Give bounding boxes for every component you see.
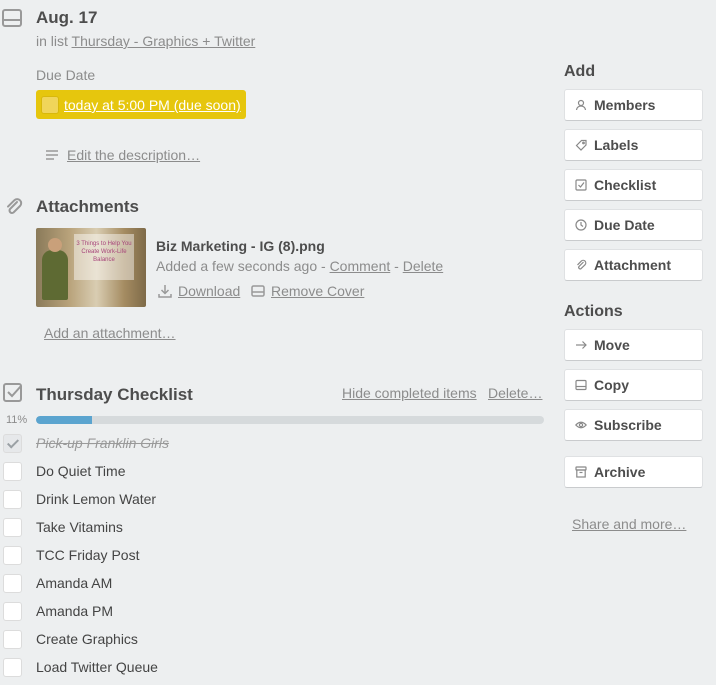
checklist-item[interactable]: Do Quiet Time — [0, 460, 560, 488]
attachment-download-link[interactable]: Download — [178, 283, 240, 299]
checklist-item[interactable]: Drink Lemon Water — [0, 488, 560, 516]
checklist-checkbox-checked[interactable] — [3, 434, 22, 453]
checklist-checkbox[interactable] — [3, 602, 22, 621]
attachment-meta: Added a few seconds ago - Comment - Dele… — [156, 258, 443, 274]
sidebar-button-label: Subscribe — [594, 417, 662, 433]
delete-checklist-link[interactable]: Delete… — [488, 385, 542, 401]
checklist-checkbox[interactable] — [3, 630, 22, 649]
arrow-right-icon — [576, 341, 587, 349]
remove-cover-link[interactable]: Remove Cover — [271, 283, 364, 299]
checklist-progress-percent: 11% — [6, 414, 28, 426]
checklist-item[interactable]: Load Twitter Queue — [0, 656, 560, 684]
checklist-checkbox[interactable] — [3, 490, 22, 509]
checklist-item-text[interactable]: Drink Lemon Water — [36, 491, 156, 507]
sidebar-button-label: Due Date — [594, 217, 655, 233]
in-list-text: in list Thursday - Graphics + Twitter — [36, 33, 255, 49]
checklist-item-text[interactable]: TCC Friday Post — [36, 547, 139, 563]
checklist-item[interactable]: Pick-up Franklin Girls — [0, 432, 560, 460]
checklist-checkbox[interactable] — [3, 518, 22, 537]
checklist-button[interactable]: Checklist — [564, 169, 703, 201]
thumbnail-caption: 3 Things to Help You Create Work-Life Ba… — [74, 234, 134, 280]
checklist-item-text[interactable]: Do Quiet Time — [36, 463, 125, 479]
description-icon — [46, 150, 58, 160]
person-icon — [575, 99, 587, 111]
card-icon — [2, 9, 22, 27]
add-attachment-link[interactable]: Add an attachment… — [44, 325, 176, 341]
attachment-button[interactable]: Attachment — [564, 249, 703, 281]
download-icon — [158, 285, 172, 298]
paperclip-icon — [7, 198, 23, 214]
hide-completed-link[interactable]: Hide completed items — [342, 385, 477, 401]
sidebar-button-label: Move — [594, 337, 630, 353]
checklist-item-text[interactable]: Take Vitamins — [36, 519, 123, 535]
due-date-badge[interactable]: today at 5:00 PM (due soon) — [36, 90, 246, 119]
checklist-item-text[interactable]: Create Graphics — [36, 631, 138, 647]
list-name-link[interactable]: Thursday - Graphics + Twitter — [72, 33, 256, 49]
share-and-more-link[interactable]: Share and more… — [572, 516, 686, 532]
checklist-checkbox[interactable] — [3, 574, 22, 593]
checklist-progress-bar — [36, 416, 544, 424]
members-button[interactable]: Members — [564, 89, 703, 121]
sidebar-actions-heading: Actions — [564, 303, 623, 320]
checkbox-icon — [575, 179, 587, 191]
checklist-item[interactable]: Create Graphics — [0, 628, 560, 656]
move-button[interactable]: Move — [564, 329, 703, 361]
thumbnail-head — [48, 238, 62, 252]
attachment-added-text: Added a few seconds ago - — [156, 258, 326, 274]
checklist-icon — [3, 383, 22, 402]
sidebar-button-label: Archive — [594, 464, 646, 480]
due-date-value[interactable]: today at 5:00 PM (due soon) — [64, 97, 241, 113]
thumbnail-figure — [42, 250, 68, 300]
sidebar-button-label: Attachment — [594, 257, 672, 273]
checklist-title: Thursday Checklist — [36, 385, 193, 404]
attachment-separator: - — [394, 258, 399, 274]
sidebar-button-label: Labels — [594, 137, 639, 153]
attachments-heading: Attachments — [36, 197, 139, 216]
attachment-delete-link[interactable]: Delete — [403, 258, 443, 274]
clock-icon — [575, 219, 587, 231]
attachment-file-name: Biz Marketing - IG (8).png — [156, 238, 325, 254]
copy-button[interactable]: Copy — [564, 369, 703, 401]
edit-description-link[interactable]: Edit the description… — [67, 147, 200, 163]
checklist-item[interactable]: Amanda AM — [0, 572, 560, 600]
checklist-item-text[interactable]: Load Twitter Queue — [36, 659, 158, 675]
sidebar-button-label: Checklist — [594, 177, 657, 193]
in-list-prefix: in list — [36, 33, 68, 49]
labels-button[interactable]: Labels — [564, 129, 703, 161]
paperclip-icon — [577, 259, 587, 270]
tag-icon — [575, 139, 587, 151]
archive-icon — [575, 466, 587, 478]
archive-button[interactable]: Archive — [564, 456, 703, 488]
checklist-checkbox[interactable] — [3, 462, 22, 481]
checklist-item[interactable]: Amanda PM — [0, 600, 560, 628]
checklist-item[interactable]: TCC Friday Post — [0, 544, 560, 572]
due-complete-checkbox[interactable] — [41, 96, 59, 114]
sidebar-button-label: Members — [594, 97, 656, 113]
checklist-item-text[interactable]: Pick-up Franklin Girls — [36, 435, 169, 451]
checklist-item-text[interactable]: Amanda AM — [36, 575, 112, 591]
sidebar-add-heading: Add — [564, 63, 596, 80]
attachment-comment-link[interactable]: Comment — [330, 258, 391, 274]
due-date-label: Due Date — [36, 67, 96, 83]
checklist-item-text[interactable]: Amanda PM — [36, 603, 113, 619]
sidebar-button-label: Copy — [594, 377, 629, 393]
card-icon — [575, 379, 587, 391]
eye-icon — [575, 421, 587, 429]
card-title: Aug. 17 — [36, 8, 98, 27]
cover-icon — [251, 285, 265, 297]
due-date-button[interactable]: Due Date — [564, 209, 703, 241]
checklist-item[interactable]: Take Vitamins — [0, 516, 560, 544]
subscribe-button[interactable]: Subscribe — [564, 409, 703, 441]
checklist-progress-fill — [36, 416, 92, 424]
attachment-thumbnail[interactable]: 3 Things to Help You Create Work-Life Ba… — [36, 228, 146, 307]
checklist-checkbox[interactable] — [3, 546, 22, 565]
checklist-checkbox[interactable] — [3, 658, 22, 677]
